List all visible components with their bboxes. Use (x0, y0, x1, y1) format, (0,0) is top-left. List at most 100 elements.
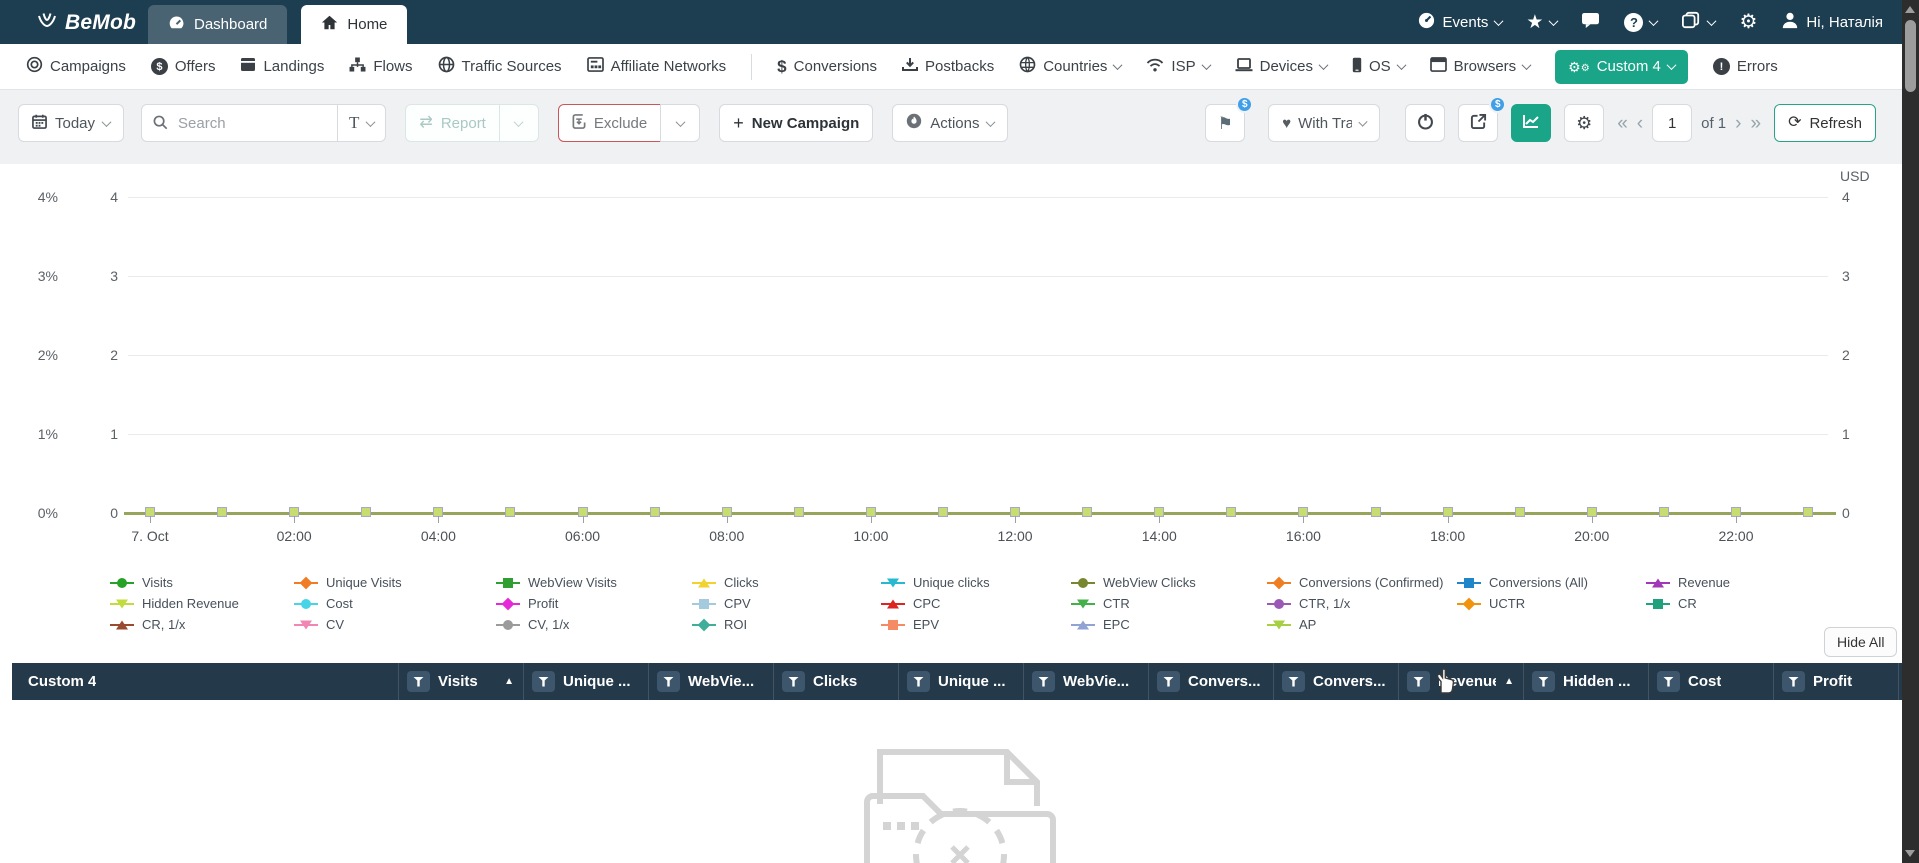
table-header-column[interactable]: Convers... (1273, 663, 1398, 700)
table-header-column[interactable]: Cost (1648, 663, 1773, 700)
user-menu[interactable]: Hi, Наталія (1781, 11, 1883, 33)
legend-item[interactable]: Unique Visits (294, 572, 496, 593)
favorites-menu[interactable]: ★ (1526, 13, 1559, 32)
table-header: Custom 4 Visits ▲ Unique ... WebVie... Click… (12, 663, 1902, 700)
filter-chip[interactable] (1532, 671, 1555, 692)
legend-item[interactable]: UCTR (1457, 593, 1646, 614)
help-menu[interactable]: ? (1624, 12, 1659, 32)
table-header-column[interactable]: Unique ... (523, 663, 648, 700)
nav-campaigns[interactable]: Campaigns (26, 56, 126, 77)
nav-affiliate-networks[interactable]: Affiliate Networks (586, 57, 726, 76)
nav-isp[interactable]: ISP (1146, 58, 1212, 76)
next-page-button[interactable]: › (1735, 114, 1741, 133)
exclude-button[interactable]: Exclude (557, 104, 662, 142)
scrollbar-up-arrow[interactable] (1905, 6, 1915, 13)
exclude-dropdown-button[interactable] (660, 104, 701, 142)
legend-item[interactable]: WebView Visits (496, 572, 692, 593)
legend-item[interactable]: Profit (496, 593, 692, 614)
nav-conversions[interactable]: $ Conversions (777, 57, 877, 77)
legend-item[interactable]: CR (1646, 593, 1902, 614)
nav-errors[interactable]: ! Errors (1712, 58, 1778, 75)
events-menu[interactable]: Events (1417, 11, 1504, 34)
legend-item[interactable]: CR, 1/x (110, 614, 294, 635)
nav-browsers[interactable]: Browsers (1429, 57, 1532, 76)
legend-item[interactable]: CPV (692, 593, 881, 614)
nav-devices[interactable]: Devices (1235, 57, 1329, 76)
date-range-button[interactable]: Today (18, 104, 125, 142)
legend-item[interactable]: EPC (1071, 614, 1267, 635)
filter-chip[interactable] (1407, 671, 1430, 692)
nav-os[interactable]: OS (1352, 57, 1407, 77)
legend-item[interactable]: Revenue (1646, 572, 1902, 593)
filter-chip[interactable] (1157, 671, 1180, 692)
nav-traffic-sources[interactable]: Traffic Sources (438, 56, 562, 77)
legend-item[interactable]: Cost (294, 593, 496, 614)
legend-item[interactable]: EPV (881, 614, 1071, 635)
table-header-group-column[interactable]: Custom 4 (12, 663, 398, 700)
filter-chip[interactable] (532, 671, 555, 692)
filter-chip[interactable] (1282, 671, 1305, 692)
table-header-column[interactable]: WebVie... (1023, 663, 1148, 700)
prev-page-button[interactable]: ‹ (1637, 114, 1643, 133)
legend-item[interactable]: AP (1267, 614, 1457, 635)
legend-item[interactable]: CTR (1071, 593, 1267, 614)
tab-dashboard[interactable]: Dashboard (148, 5, 288, 44)
visibility-button[interactable] (1405, 104, 1446, 142)
filter-chip[interactable] (782, 671, 805, 692)
filter-chip[interactable] (1782, 671, 1805, 692)
filter-chip[interactable] (657, 671, 680, 692)
hide-all-button[interactable]: Hide All (1824, 627, 1898, 657)
filter-chip[interactable] (407, 671, 430, 692)
settings-button[interactable]: ⚙ (1739, 12, 1757, 32)
legend-item[interactable]: Conversions (Confirmed) (1267, 572, 1457, 593)
legend-item[interactable]: Unique clicks (881, 572, 1071, 593)
group-column-label: Custom 4 (28, 673, 97, 690)
filter-chip[interactable] (907, 671, 930, 692)
report-dropdown-button[interactable] (498, 104, 539, 142)
legend-item[interactable]: CV, 1/x (496, 614, 692, 635)
nav-countries[interactable]: Countries (1019, 56, 1123, 77)
legend-item[interactable]: Visits (110, 572, 294, 593)
first-page-button[interactable]: « (1617, 114, 1628, 133)
new-campaign-button[interactable]: + New Campaign (719, 104, 874, 142)
legend-item[interactable]: Hidden Revenue (110, 593, 294, 614)
refresh-button[interactable]: ⟳ Refresh (1774, 104, 1876, 142)
scrollbar-thumb[interactable] (1905, 20, 1916, 92)
table-header-column[interactable]: Convers... (1148, 663, 1273, 700)
legend-item[interactable]: CPC (881, 593, 1071, 614)
legend-item[interactable]: Conversions (All) (1457, 572, 1646, 593)
workspaces-menu[interactable] (1681, 11, 1717, 33)
table-header-column[interactable]: Revenue ▲ (1398, 663, 1523, 700)
legend-item[interactable]: Clicks (692, 572, 881, 593)
brand[interactable]: BeMob (36, 9, 136, 36)
report-button[interactable]: ⇄ Report (405, 104, 500, 142)
filter-chip[interactable] (1032, 671, 1055, 692)
filter-chip[interactable] (1657, 671, 1680, 692)
chart-toggle-button[interactable] (1511, 104, 1552, 142)
table-header-column[interactable]: Visits ▲ (398, 663, 523, 700)
traffic-filter-dropdown[interactable]: ♥ With Tra... (1268, 104, 1381, 142)
scrollbar-down-arrow[interactable] (1905, 850, 1915, 857)
custom-4-button[interactable]: ⚙⚙ Custom 4 (1555, 49, 1688, 84)
nav-postbacks[interactable]: Postbacks (902, 57, 994, 76)
legend-item[interactable]: CTR, 1/x (1267, 593, 1457, 614)
legend-item[interactable]: WebView Clicks (1071, 572, 1267, 593)
table-header-column[interactable]: Clicks (773, 663, 898, 700)
table-header-column[interactable]: Unique ... (898, 663, 1023, 700)
nav-landings[interactable]: Landings (240, 57, 324, 76)
table-header-column[interactable]: Hidden ... (1523, 663, 1648, 700)
search-type-button[interactable]: T (337, 104, 387, 142)
table-header-column[interactable]: Profit (1773, 663, 1898, 700)
table-header-column[interactable]: WebVie... (648, 663, 773, 700)
nav-flows[interactable]: Flows (349, 57, 413, 76)
page-number-input[interactable] (1652, 104, 1693, 142)
table-settings-button[interactable]: ⚙ (1564, 104, 1605, 142)
last-page-button[interactable]: » (1750, 114, 1761, 133)
tab-home[interactable]: Home (301, 5, 408, 44)
search-input[interactable] (141, 104, 339, 142)
legend-item[interactable]: CV (294, 614, 496, 635)
actions-button[interactable]: Actions (892, 104, 1009, 142)
nav-offers[interactable]: $ Offers (150, 58, 215, 75)
legend-item[interactable]: ROI (692, 614, 881, 635)
chat-button[interactable] (1581, 12, 1600, 33)
